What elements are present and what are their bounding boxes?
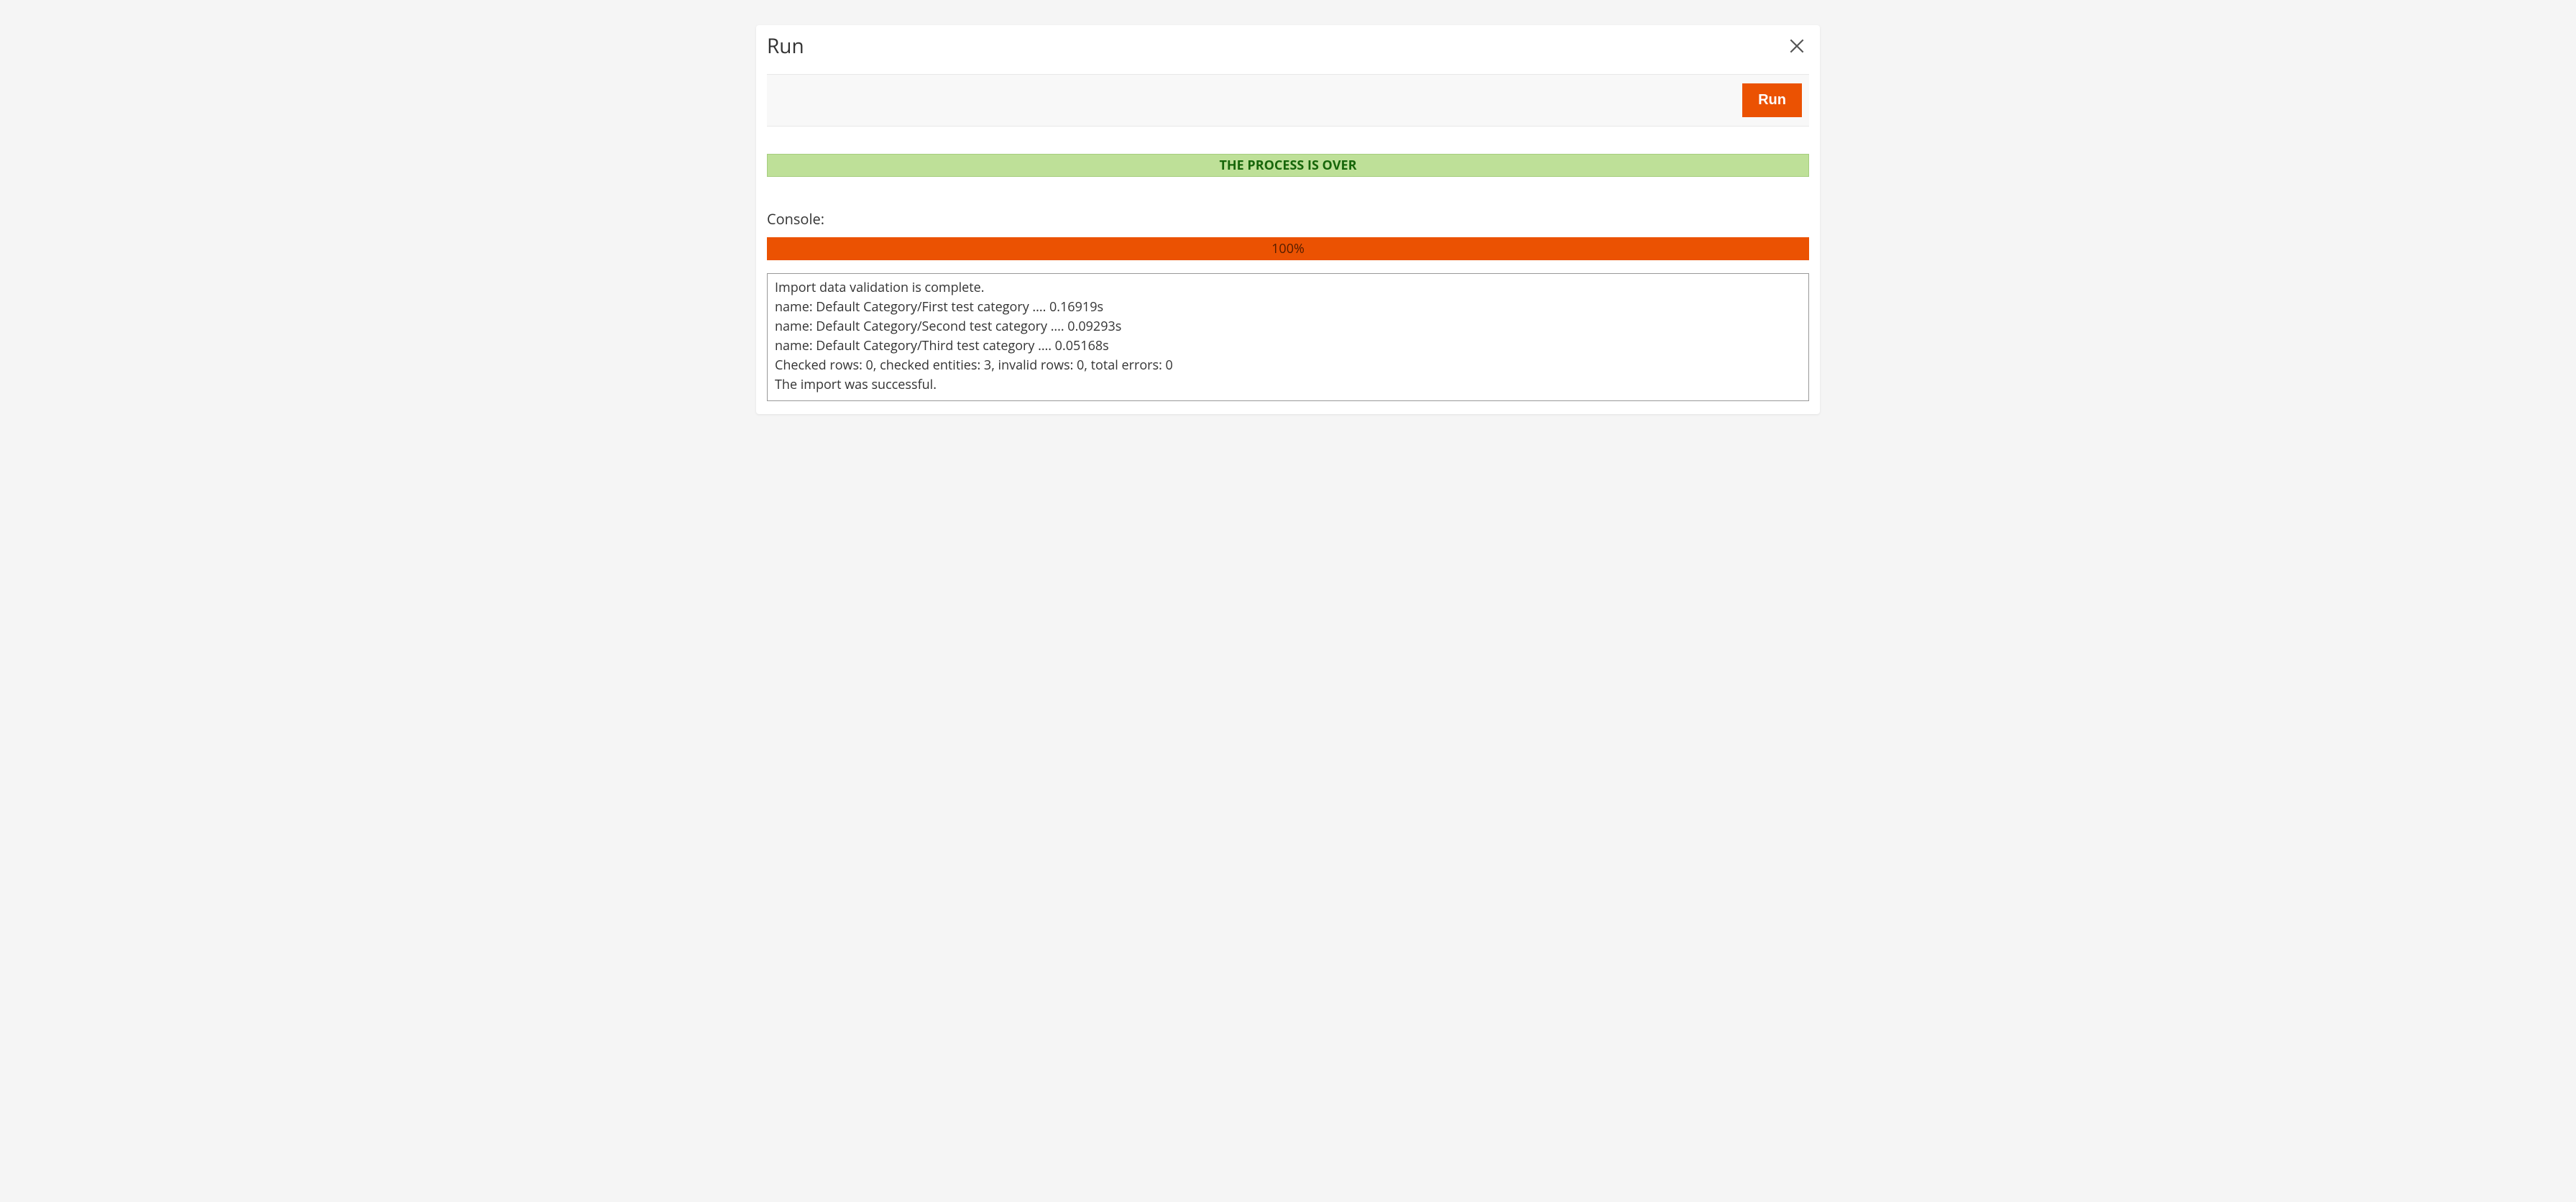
console-output[interactable]: Import data validation is complete. name… <box>767 273 1809 401</box>
console-label: Console: <box>767 209 1809 229</box>
close-icon[interactable] <box>1785 34 1809 58</box>
toolbar: Run <box>767 74 1809 127</box>
run-button[interactable]: Run <box>1742 83 1802 117</box>
modal-header: Run <box>767 32 1809 74</box>
progress-percent: 100% <box>1271 240 1305 257</box>
progress-bar: 100% <box>767 237 1809 260</box>
status-banner: THE PROCESS IS OVER <box>767 154 1809 177</box>
run-modal: Run Run THE PROCESS IS OVER Console: 100… <box>756 25 1820 414</box>
modal-title: Run <box>767 32 804 60</box>
